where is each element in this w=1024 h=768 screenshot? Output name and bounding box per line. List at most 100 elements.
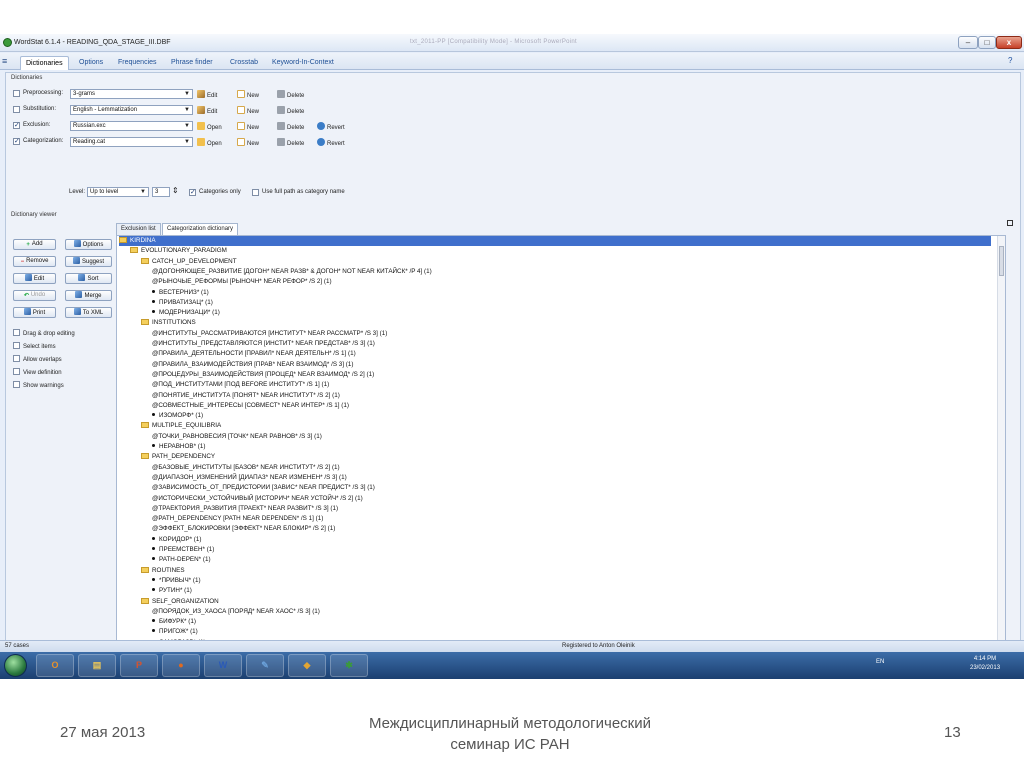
app-icon[interactable]: ◆ (288, 654, 326, 677)
tree-word[interactable]: ИЗОМОРФ* (1) (152, 411, 203, 421)
minimize-button[interactable]: – (958, 36, 978, 49)
menu-icon[interactable]: ≡ (2, 55, 18, 68)
undo-button[interactable]: ↶ Undo (13, 290, 56, 301)
option-select-items[interactable]: Select items (13, 342, 56, 350)
preprocessing-select[interactable]: 3-grams ▼ (70, 89, 193, 99)
tree-rule[interactable]: @ПОД_ИНСТИТУТАМИ [ПОД BEFORE ИНСТИТУТ* /… (152, 380, 329, 390)
tree-word[interactable]: ПРИВАТИЗАЦ* (1) (152, 298, 213, 308)
tree-word[interactable]: КОРИДОР* (1) (152, 535, 201, 545)
maximize-button[interactable]: □ (978, 36, 996, 49)
sort-button[interactable]: Sort (65, 273, 112, 284)
tree-rule[interactable]: @ЭФФЕКТ_БЛОКИРОВКИ [ЭФФЕКТ* NEAR БЛОКИР*… (152, 524, 335, 534)
exclusion-open-button[interactable]: Open (197, 122, 222, 133)
tree-word[interactable]: ПРЕЕМСТВЕН* (1) (152, 545, 214, 555)
option-checkbox[interactable] (13, 342, 20, 349)
tree-folder[interactable]: MULTIPLE_EQUILIBRIA (141, 421, 221, 431)
tree-rule[interactable]: @ЗАВИСИМОСТЬ_ОТ_ПРЕДИСТОРИИ [ЗАВИС* NEAR… (152, 483, 375, 493)
preprocessing-delete-button[interactable]: Delete (277, 90, 304, 101)
language-indicator[interactable]: EN (876, 659, 884, 665)
option-show-warnings[interactable]: Show warnings (13, 381, 64, 389)
tab-crosstab[interactable]: Crosstab (225, 56, 263, 70)
tab-frequencies[interactable]: Frequencies (113, 56, 162, 70)
tree-scrollbar[interactable] (997, 236, 1005, 657)
categorization-select[interactable]: Reading.cat ▼ (70, 137, 193, 147)
start-button[interactable] (4, 654, 27, 677)
tree-folder[interactable]: SELF_ORGANIZATION (141, 597, 219, 607)
edit-button[interactable]: Edit (13, 273, 56, 284)
tab-exclusion-list[interactable]: Exclusion list (116, 223, 161, 235)
powerpoint-icon[interactable]: P (120, 654, 158, 677)
tree-word[interactable]: НЕРАВНОВ* (1) (152, 442, 205, 452)
scrollbar-thumb[interactable] (999, 246, 1004, 276)
substitution-checkbox[interactable] (13, 106, 20, 113)
option-checkbox[interactable] (13, 329, 20, 336)
spinner-icon[interactable]: ⇕ (172, 187, 179, 195)
options-button[interactable]: Options (65, 239, 112, 250)
tree-rule[interactable]: @ДИАПАЗОН_ИЗМЕНЕНИЙ [ДИАПАЗ* NEAR ИЗМЕНЕ… (152, 473, 347, 483)
tree-word[interactable]: РУТИН* (1) (152, 586, 192, 596)
tree-folder[interactable]: ROUTINES (141, 566, 185, 576)
tree-rule[interactable]: @ИНСТИТУТЫ_ПРЕДСТАВЛЯЮТСЯ [ИНСТИТ* NEAR … (152, 339, 375, 349)
tab-categorization-dictionary[interactable]: Categorization dictionary (162, 223, 239, 235)
tree-folder[interactable]: CATCH_UP_DEVELOPMENT (141, 257, 237, 267)
tree-word[interactable]: ВЕСТЕРНИЗ* (1) (152, 288, 209, 298)
tree-rule[interactable]: @РЫНОЧЫЕ_РЕФОРМЫ [РЫНОЧН* NEAR РЕФОР* /S… (152, 277, 332, 287)
tree-folder[interactable]: KIRDINA (119, 236, 991, 246)
tree-rule[interactable]: @ДОГОНЯЮЩЕЕ_РАЗВИТИЕ [ДОГОН* NEAR РАЗВ* … (152, 267, 432, 277)
remove-button[interactable]: − Remove (13, 256, 56, 267)
tree-rule[interactable]: @ПРАВИЛА_ВЗАИМОДЕЙСТВИЯ [ПРАВ* NEAR ВЗАИ… (152, 360, 353, 370)
tree-rule[interactable]: @ПОРЯДОК_ИЗ_ХАОСА [ПОРЯД* NEAR ХАОС* /S … (152, 607, 320, 617)
substitution-select[interactable]: English - Lemmatization ▼ (70, 105, 193, 115)
tree-rule[interactable]: @ИСТОРИЧЕСКИ_УСТОЙЧИВЫЙ [ИСТОРИЧ* NEAR У… (152, 494, 363, 504)
tree-rule[interactable]: @ТОЧКИ_РАВНОВЕСИЯ [ТОЧК* NEAR РАВНОВ* /S… (152, 432, 322, 442)
tree-rule[interactable]: @ТРАЕКТОРИЯ_РАЗВИТИЯ [ТРАЕКТ* NEAR РАЗВИ… (152, 504, 338, 514)
use-full-path-checkbox[interactable] (252, 189, 259, 196)
to-xml-button[interactable]: To XML (65, 307, 112, 318)
exclusion-checkbox[interactable]: ✓ (13, 122, 20, 129)
option-checkbox[interactable] (13, 355, 20, 362)
help-icon[interactable]: ? (1008, 56, 1012, 65)
categories-only-checkbox[interactable]: ✓ (189, 189, 196, 196)
tree-rule[interactable]: @БАЗОВЫЕ_ИНСТИТУТЫ [БАЗОВ* NEAR ИНСТИТУТ… (152, 463, 340, 473)
firefox-icon[interactable]: ● (162, 654, 200, 677)
preprocessing-checkbox[interactable] (13, 90, 20, 97)
maximize-viewer-icon[interactable] (1007, 220, 1013, 226)
tree-rule[interactable]: @ИНСТИТУТЫ_РАССМАТРИВАЮТСЯ [ИНСТИТУТ* NE… (152, 329, 387, 339)
tree-folder[interactable]: EVOLUTIONARY_PARADIGM (130, 246, 227, 256)
substitution-edit-button[interactable]: Edit (197, 106, 217, 117)
categorization-delete-button[interactable]: Delete (277, 138, 304, 149)
wordstat-icon[interactable]: ✱ (330, 654, 368, 677)
tab-keyword-in-context[interactable]: Keyword-In-Context (267, 56, 339, 70)
paint-icon[interactable]: ✎ (246, 654, 284, 677)
dictionary-tree[interactable]: KIRDINA EVOLUTIONARY_PARADIGM CATCH_UP_DEV… (116, 235, 1006, 658)
categorization-new-button[interactable]: New (237, 138, 259, 149)
add-button[interactable]: + Add (13, 239, 56, 250)
tree-word[interactable]: БИФУРК* (1) (152, 617, 196, 627)
exclusion-delete-button[interactable]: Delete (277, 122, 304, 133)
option-checkbox[interactable] (13, 381, 20, 388)
categorization-revert-button[interactable]: Revert (317, 138, 345, 149)
tree-word[interactable]: МОДЕРНИЗАЦИ* (1) (152, 308, 220, 318)
option-allow-overlaps[interactable]: Allow overlaps (13, 355, 62, 363)
level-number-field[interactable]: 3 (152, 187, 170, 197)
level-mode-select[interactable]: Up to level ▼ (87, 187, 149, 197)
tree-folder[interactable]: PATH_DEPENDENCY (141, 452, 215, 462)
suggest-button[interactable]: Suggest (65, 256, 112, 267)
print-button[interactable]: Print (13, 307, 56, 318)
outlook-icon[interactable]: O (36, 654, 74, 677)
categorization-open-button[interactable]: Open (197, 138, 222, 149)
word-icon[interactable]: W (204, 654, 242, 677)
exclusion-revert-button[interactable]: Revert (317, 122, 345, 133)
option-checkbox[interactable] (13, 368, 20, 375)
tab-dictionaries[interactable]: Dictionaries (20, 56, 69, 70)
close-button[interactable]: x (996, 36, 1022, 49)
preprocessing-edit-button[interactable]: Edit (197, 90, 217, 101)
tab-phrase-finder[interactable]: Phrase finder (166, 56, 218, 70)
merge-button[interactable]: Merge (65, 290, 112, 301)
exclusion-new-button[interactable]: New (237, 122, 259, 133)
substitution-new-button[interactable]: New (237, 106, 259, 117)
tree-rule[interactable]: @PATH_DEPENDENCY [PATH NEAR DEPENDEN* /S… (152, 514, 323, 524)
exclusion-select[interactable]: Russian.exc ▼ (70, 121, 193, 131)
tree-folder[interactable]: INSTITUTIONS (141, 318, 196, 328)
tree-word[interactable]: ПРИГОЖ* (1) (152, 627, 198, 637)
